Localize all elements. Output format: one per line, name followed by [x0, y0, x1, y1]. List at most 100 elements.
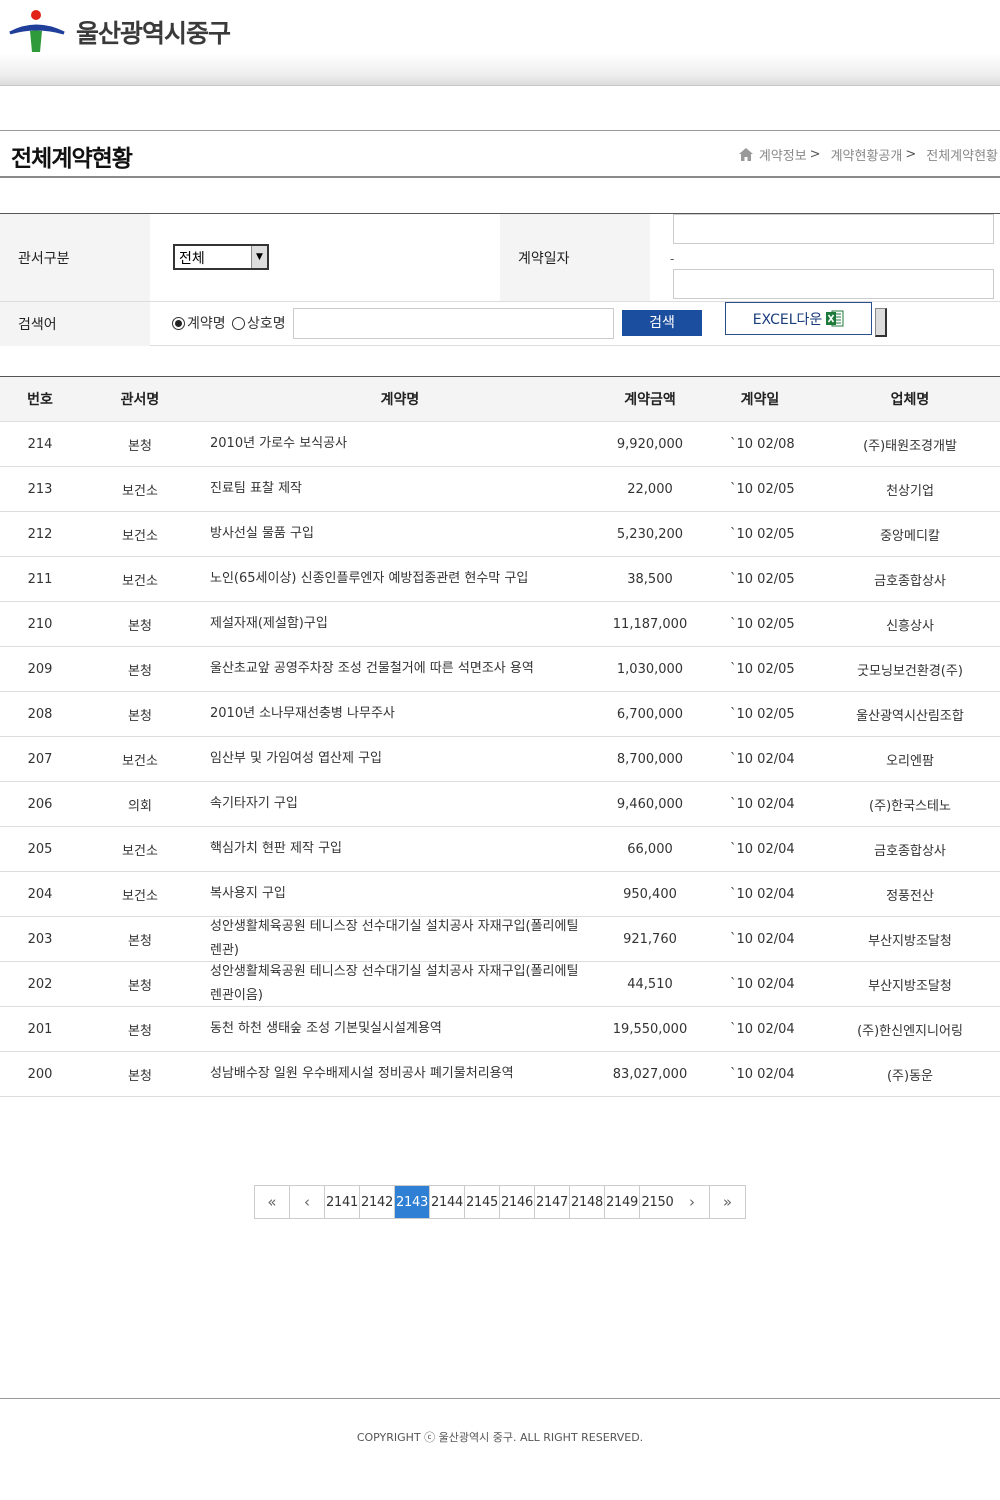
cell-date: `10 02/04 [730, 841, 795, 857]
cell-name[interactable]: 진료팀 표찰 제작 [200, 467, 600, 511]
cell-company: 오리엔팜 [886, 753, 934, 769]
cell-date: `10 02/05 [730, 616, 795, 632]
cell-name[interactable]: 동천 하천 생태숲 조성 기본및실시설계용역 [200, 1007, 600, 1051]
radio-company-label: 상호명 [247, 316, 286, 332]
cell-company: (주)한국스테노 [869, 798, 951, 814]
page-number-button[interactable]: 2144 [430, 1186, 465, 1218]
cell-amount: 950,400 [623, 886, 677, 902]
table-row: 210 본청 제설자재(제설함)구입 11,187,000 `10 02/05 신흥상사 [0, 602, 1000, 647]
cell-office: 본청 [128, 708, 152, 724]
cell-office: 본청 [128, 1068, 152, 1084]
cell-amount: 8,700,000 [616, 751, 684, 767]
excel-download-button[interactable]: EXCEL다운 [725, 302, 872, 335]
radio-unchecked-icon[interactable] [232, 316, 245, 330]
cell-office: 본청 [128, 618, 152, 634]
next-page-button[interactable]: › [675, 1186, 710, 1218]
cell-date: `10 02/04 [730, 1066, 795, 1082]
page-number-button[interactable]: 2148 [570, 1186, 605, 1218]
breadcrumb-item-2[interactable]: 계약현황공개 [831, 145, 903, 164]
table-row: 200 본청 성남배수장 일원 우수배제시설 정비공사 폐기물처리용역 83,027,… [0, 1052, 1000, 1097]
cell-amount: 9,920,000 [616, 436, 684, 452]
page-number-button[interactable]: 2147 [535, 1186, 570, 1218]
cell-office: 보건소 [122, 888, 158, 904]
table-row: 213 보건소 진료팀 표찰 제작 22,000 `10 02/05 천상기업 [0, 467, 1000, 512]
cell-company: 금호종합상사 [874, 843, 946, 859]
column-header-no: 번호 [27, 392, 53, 408]
page-number-button[interactable]: 2146 [500, 1186, 535, 1218]
dropdown-arrow-icon[interactable]: ▼ [251, 246, 267, 268]
cell-name[interactable]: 복사용지 구입 [200, 872, 600, 916]
page-title: 전체계약현황 [11, 146, 133, 172]
cell-no: 211 [27, 571, 53, 587]
radio-contract-label: 계약명 [187, 316, 226, 332]
cell-amount: 5,230,200 [616, 526, 684, 542]
cell-date: `10 02/04 [730, 796, 795, 812]
keyword-input[interactable] [293, 308, 614, 339]
cell-no: 203 [27, 931, 53, 947]
cell-name[interactable]: 노인(65세이상) 신종인플루엔자 예방접종관련 현수막 구입 [200, 557, 600, 601]
prev-page-button[interactable]: ‹ [290, 1186, 325, 1218]
cell-date: `10 02/08 [730, 436, 795, 452]
cell-name[interactable]: 성안생활체육공원 테니스장 선수대기실 설치공사 자재구입(폴리에틸렌관이음) [200, 962, 600, 1006]
table-body: 214 본청 2010년 가로수 보식공사 9,920,000 `10 02/08 (주)… [0, 422, 1000, 1097]
cell-amount: 83,027,000 [612, 1066, 688, 1082]
logo-icon[interactable] [9, 9, 65, 53]
cell-company: 천상기업 [886, 483, 934, 499]
cell-date: `10 02/05 [730, 481, 795, 497]
search-button[interactable]: 검색 [622, 310, 702, 336]
cell-name[interactable]: 속기타자기 구입 [200, 782, 600, 826]
date-label: 계약일자 [500, 214, 650, 301]
breadcrumb-separator: > [809, 147, 821, 162]
cell-company: 정풍전산 [886, 888, 934, 904]
radio-checked-icon[interactable] [172, 316, 185, 330]
cell-name[interactable]: 2010년 소나무재선충병 나무주사 [200, 692, 600, 736]
page-number-button[interactable]: 2145 [465, 1186, 500, 1218]
cell-name[interactable]: 울산초교앞 공영주차장 조성 건물철거에 따른 석면조사 용역 [200, 647, 600, 691]
cell-amount: 66,000 [627, 841, 673, 857]
last-page-button[interactable]: » [710, 1186, 745, 1218]
cell-name[interactable]: 핵심가치 현판 제작 구입 [200, 827, 600, 871]
page-number-button[interactable]: 2142 [360, 1186, 395, 1218]
cell-date: `10 02/04 [730, 931, 795, 947]
cell-office: 본청 [128, 663, 152, 679]
cell-amount: 921,760 [623, 931, 677, 947]
radio-company-name[interactable]: 상호명 [232, 313, 286, 333]
cell-no: 204 [27, 886, 53, 902]
cell-date: `10 02/05 [730, 706, 795, 722]
cell-no: 209 [27, 661, 53, 677]
cell-no: 208 [27, 706, 53, 722]
table-row: 206 의회 속기타자기 구입 9,460,000 `10 02/04 (주)한국스테노 [0, 782, 1000, 827]
home-icon[interactable] [738, 148, 753, 161]
cell-name[interactable]: 방사선실 물품 구입 [200, 512, 600, 556]
table-row: 212 보건소 방사선실 물품 구입 5,230,200 `10 02/05 중앙메디칼 [0, 512, 1000, 557]
site-name[interactable]: 울산광역시중구 [76, 14, 231, 50]
gwanseo-label: 관서구분 [0, 214, 150, 301]
cell-name[interactable]: 임산부 및 가임여성 엽산제 구입 [200, 737, 600, 781]
breadcrumb-item-3[interactable]: 전체계약현황 [926, 145, 998, 164]
table-row: 201 본청 동천 하천 생태숲 조성 기본및실시설계용역 19,550,000 `10… [0, 1007, 1000, 1052]
page-number-button[interactable]: 2141 [325, 1186, 360, 1218]
page-number-button[interactable]: 2149 [605, 1186, 640, 1218]
cell-amount: 11,187,000 [612, 616, 688, 632]
cell-name[interactable]: 2010년 가로수 보식공사 [200, 422, 600, 466]
breadcrumb-item-1[interactable]: 계약정보 [759, 145, 807, 164]
cell-office: 보건소 [122, 528, 158, 544]
cell-office: 본청 [128, 978, 152, 994]
date-end-input[interactable] [673, 269, 994, 299]
cell-no: 213 [27, 481, 53, 497]
cell-amount: 6,700,000 [616, 706, 684, 722]
scroll-handle[interactable] [875, 308, 887, 337]
page-numbers: 2141 2142 2143 2144 2145 2146 2147 2148 2149 2150 [325, 1186, 675, 1218]
page-number-button[interactable]: 2150 [640, 1186, 675, 1218]
first-page-button[interactable]: « [255, 1186, 290, 1218]
cell-name[interactable]: 제설자재(제설함)구입 [200, 602, 600, 646]
contract-table: 번호 관서명 계약명 계약금액 계약일 업체명 214 본청 2010년 가로수 보… [0, 376, 1000, 1097]
table-row: 214 본청 2010년 가로수 보식공사 9,920,000 `10 02/08 (주)… [0, 422, 1000, 467]
cell-name[interactable]: 성안생활체육공원 테니스장 선수대기실 설치공사 자재구입(폴리에틸렌관) [200, 917, 600, 961]
cell-name[interactable]: 성남배수장 일원 우수배제시설 정비공사 폐기물처리용역 [200, 1052, 600, 1096]
radio-contract-name[interactable]: 계약명 [172, 313, 226, 333]
page-number-button[interactable]: 2143 [395, 1186, 430, 1218]
gwanseo-select[interactable]: 전체 ▼ [173, 244, 269, 270]
date-start-input[interactable] [673, 214, 994, 244]
date-separator: - [670, 252, 675, 266]
